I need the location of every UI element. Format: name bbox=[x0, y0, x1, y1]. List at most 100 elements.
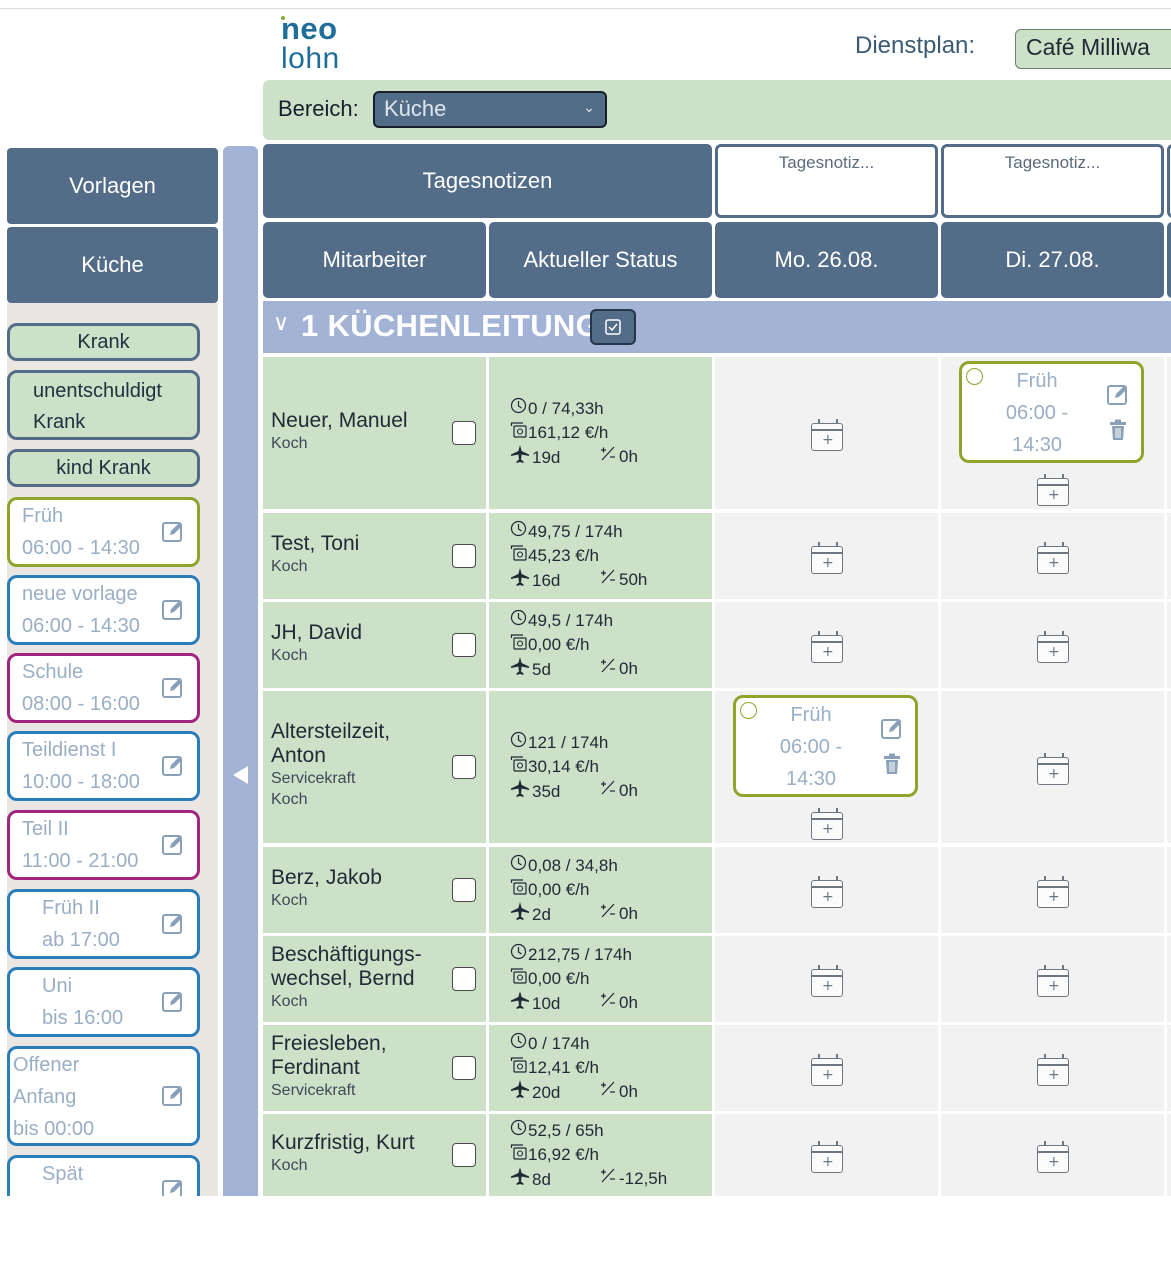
mitarbeiter-header[interactable]: Mitarbeiter bbox=[263, 222, 486, 298]
add-shift-calendar-icon[interactable]: + bbox=[811, 808, 843, 840]
day-cell[interactable]: + bbox=[715, 357, 938, 509]
day-cell[interactable]: + bbox=[941, 602, 1164, 688]
day-cell[interactable]: + bbox=[941, 513, 1164, 599]
sidebar-collapse-bar[interactable] bbox=[223, 146, 258, 1196]
edit-icon[interactable] bbox=[161, 676, 183, 698]
bereich-select[interactable]: Küche ⌄ bbox=[373, 91, 607, 128]
group-select-all-button[interactable] bbox=[590, 309, 636, 345]
employee-checkbox[interactable] bbox=[452, 544, 476, 568]
employee-checkbox[interactable] bbox=[452, 1143, 476, 1167]
add-shift-calendar-icon[interactable]: + bbox=[1037, 965, 1069, 997]
day-cell[interactable]: + bbox=[941, 847, 1164, 933]
employee-cell[interactable]: JH, David Koch bbox=[263, 602, 486, 688]
absence-item[interactable]: Krank bbox=[7, 323, 200, 361]
day-cell[interactable]: + bbox=[941, 1025, 1164, 1111]
template-card[interactable]: Teil II 11:00 - 21:00 bbox=[7, 810, 200, 880]
edit-icon[interactable] bbox=[161, 754, 183, 776]
add-shift-calendar-icon[interactable]: + bbox=[1037, 753, 1069, 785]
chevron-down-icon[interactable]: ∨ bbox=[273, 311, 289, 336]
day-cell[interactable]: + bbox=[941, 691, 1164, 843]
employee-cell[interactable]: Altersteilzeit, Anton Servicekraft Koch bbox=[263, 691, 486, 843]
edit-icon[interactable] bbox=[880, 717, 904, 746]
day-cell[interactable] bbox=[1167, 513, 1171, 599]
day-cell[interactable] bbox=[1167, 357, 1171, 509]
trash-icon[interactable] bbox=[882, 753, 902, 780]
employee-cell[interactable]: Beschäftigungs-wechsel, Bernd Koch bbox=[263, 936, 486, 1022]
day-cell[interactable]: + bbox=[715, 1025, 938, 1111]
edit-icon[interactable] bbox=[161, 1084, 183, 1106]
add-shift-calendar-icon[interactable]: + bbox=[811, 1054, 843, 1086]
vorlagen-button[interactable]: Vorlagen bbox=[7, 148, 218, 224]
shift-card[interactable]: Früh 06:00 - 14:30 bbox=[733, 695, 918, 797]
employee-cell[interactable]: Neuer, Manuel Koch bbox=[263, 357, 486, 509]
edit-icon[interactable] bbox=[161, 520, 183, 542]
add-shift-calendar-icon[interactable]: + bbox=[811, 419, 843, 451]
employee-checkbox[interactable] bbox=[452, 421, 476, 445]
day-cell[interactable]: + bbox=[941, 1114, 1164, 1196]
day-note-mo[interactable]: Tagesnotiz... bbox=[715, 144, 938, 218]
day-cell[interactable]: + bbox=[715, 847, 938, 933]
edit-icon[interactable] bbox=[161, 990, 183, 1012]
status-header[interactable]: Aktueller Status bbox=[489, 222, 712, 298]
day-header-mo[interactable]: Mo. 26.08. bbox=[715, 222, 938, 298]
add-shift-calendar-icon[interactable]: + bbox=[811, 965, 843, 997]
add-shift-calendar-icon[interactable]: + bbox=[811, 542, 843, 574]
employee-checkbox[interactable] bbox=[452, 1056, 476, 1080]
day-cell[interactable] bbox=[1167, 847, 1171, 933]
employee-checkbox[interactable] bbox=[452, 878, 476, 902]
day-header-next[interactable] bbox=[1167, 222, 1171, 298]
day-cell[interactable]: Früh 06:00 - 14:30 + bbox=[715, 691, 938, 843]
day-note-di[interactable]: Tagesnotiz... bbox=[941, 144, 1164, 218]
day-cell[interactable]: + bbox=[715, 936, 938, 1022]
absence-item[interactable]: unentschuldigt Krank bbox=[7, 370, 200, 440]
add-shift-calendar-icon[interactable]: + bbox=[1037, 542, 1069, 574]
template-card[interactable]: Früh II ab 17:00 bbox=[7, 889, 200, 959]
template-card[interactable]: neue vorlage 06:00 - 14:30 bbox=[7, 575, 200, 645]
dienstplan-select[interactable]: Café Milliwa bbox=[1015, 29, 1171, 69]
kueche-button[interactable]: Küche bbox=[7, 227, 218, 303]
day-cell[interactable] bbox=[1167, 1114, 1171, 1196]
employee-checkbox[interactable] bbox=[452, 633, 476, 657]
edit-icon[interactable] bbox=[161, 833, 183, 855]
add-shift-calendar-icon[interactable]: + bbox=[1037, 1141, 1069, 1173]
day-cell[interactable]: + bbox=[715, 1114, 938, 1196]
group-row-kuechenleitung[interactable]: ∨ 1 KÜCHENLEITUNG bbox=[263, 301, 1171, 353]
trash-icon[interactable] bbox=[1108, 419, 1128, 446]
day-cell[interactable]: Früh 06:00 - 14:30 + bbox=[941, 357, 1164, 509]
template-card[interactable]: Teildienst I 10:00 - 18:00 bbox=[7, 731, 200, 801]
edit-icon[interactable] bbox=[161, 598, 183, 620]
add-shift-calendar-icon[interactable]: + bbox=[811, 876, 843, 908]
day-cell[interactable]: + bbox=[715, 513, 938, 599]
add-shift-calendar-icon[interactable]: + bbox=[1037, 631, 1069, 663]
day-cell[interactable]: + bbox=[941, 936, 1164, 1022]
employee-checkbox[interactable] bbox=[452, 967, 476, 991]
add-shift-calendar-icon[interactable]: + bbox=[811, 1141, 843, 1173]
employee-cell[interactable]: Berz, Jakob Koch bbox=[263, 847, 486, 933]
day-cell[interactable] bbox=[1167, 691, 1171, 843]
add-shift-calendar-icon[interactable]: + bbox=[1037, 876, 1069, 908]
day-header-di[interactable]: Di. 27.08. bbox=[941, 222, 1164, 298]
add-shift-calendar-icon[interactable]: + bbox=[1037, 474, 1069, 506]
employee-role: Koch bbox=[271, 892, 308, 909]
employee-cell[interactable]: Test, Toni Koch bbox=[263, 513, 486, 599]
shift-card[interactable]: Früh 06:00 - 14:30 bbox=[959, 361, 1144, 463]
add-shift-calendar-icon[interactable]: + bbox=[1037, 1054, 1069, 1086]
day-cell[interactable] bbox=[1167, 936, 1171, 1022]
day-note-next[interactable] bbox=[1167, 144, 1171, 218]
employee-cell[interactable]: Freiesleben, Ferdinant Servicekraft bbox=[263, 1025, 486, 1111]
template-card[interactable]: Früh 06:00 - 14:30 bbox=[7, 497, 200, 567]
day-cell[interactable] bbox=[1167, 602, 1171, 688]
employee-cell[interactable]: Kurzfristig, Kurt Koch bbox=[263, 1114, 486, 1196]
template-card[interactable]: Offener Anfang bis 00:00 bbox=[7, 1046, 200, 1146]
template-card[interactable]: Uni bis 16:00 bbox=[7, 967, 200, 1037]
template-card[interactable]: Schule 08:00 - 16:00 bbox=[7, 653, 200, 723]
day-cell[interactable] bbox=[1167, 1025, 1171, 1111]
absence-item[interactable]: kind Krank bbox=[7, 449, 200, 487]
employee-checkbox[interactable] bbox=[452, 755, 476, 779]
edit-icon[interactable] bbox=[1106, 383, 1130, 412]
edit-icon[interactable] bbox=[161, 912, 183, 934]
add-shift-calendar-icon[interactable]: + bbox=[811, 631, 843, 663]
edit-icon[interactable] bbox=[161, 1178, 183, 1196]
day-cell[interactable]: + bbox=[715, 602, 938, 688]
template-card[interactable]: Spät bbox=[7, 1155, 200, 1196]
